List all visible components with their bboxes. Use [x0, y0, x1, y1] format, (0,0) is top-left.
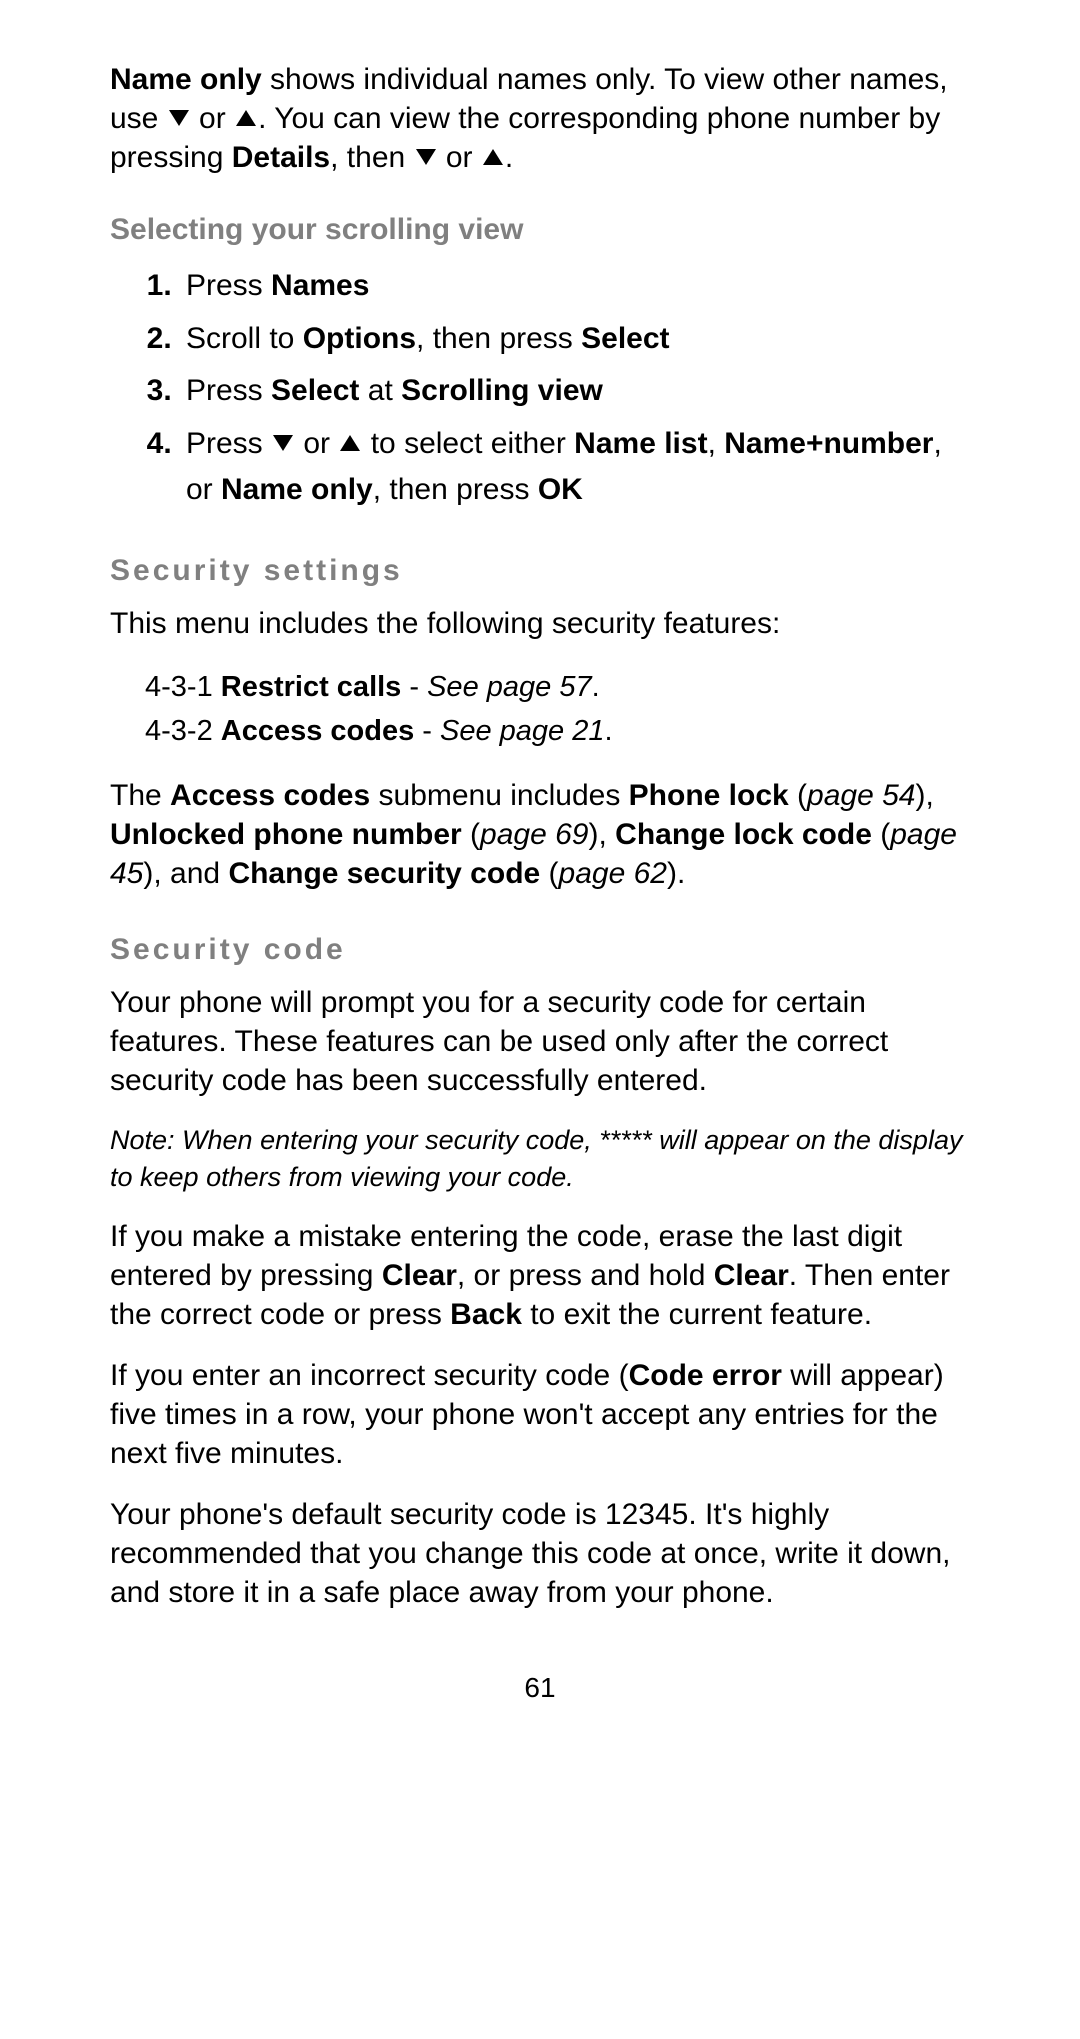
heading-scrolling-view: Selecting your scrolling view	[110, 213, 970, 247]
arrow-up-icon	[236, 110, 256, 126]
arrow-down-icon	[273, 435, 293, 451]
security-code-note: Note: When entering your security code, …	[110, 1122, 970, 1195]
code-error-paragraph: If you enter an incorrect security code …	[110, 1356, 970, 1473]
step-2: Scroll to Options, then press Select	[180, 316, 970, 363]
menu-item-access-codes: 4-3-2 Access codes - See page 21.	[145, 709, 970, 754]
bold-details: Details	[232, 141, 330, 174]
intro-paragraph: Name only shows individual names only. T…	[110, 60, 970, 177]
manual-page: Name only shows individual names only. T…	[0, 0, 1080, 1764]
heading-security-code: Security code	[110, 933, 970, 967]
menu-item-restrict-calls: 4-3-1 Restrict calls - See page 57.	[145, 665, 970, 710]
security-code-p1: Your phone will prompt you for a securit…	[110, 983, 970, 1100]
heading-security-settings: Security settings	[110, 554, 970, 588]
mistake-paragraph: If you make a mistake entering the code,…	[110, 1217, 970, 1334]
step-1: Press Names	[180, 263, 970, 310]
menu-items-block: 4-3-1 Restrict calls - See page 57. 4-3-…	[145, 665, 970, 755]
security-settings-intro: This menu includes the following securit…	[110, 604, 970, 643]
arrow-up-icon	[483, 149, 503, 165]
arrow-up-icon	[340, 435, 360, 451]
page-number: 61	[110, 1672, 970, 1704]
arrow-down-icon	[416, 149, 436, 165]
step-3: Press Select at Scrolling view	[180, 368, 970, 415]
default-code-paragraph: Your phone's default security code is 12…	[110, 1495, 970, 1612]
steps-list: Press Names Scroll to Options, then pres…	[110, 263, 970, 514]
bold-name-only: Name only	[110, 63, 262, 96]
access-codes-paragraph: The Access codes submenu includes Phone …	[110, 776, 970, 893]
arrow-down-icon	[169, 110, 189, 126]
step-4: Press or to select either Name list, Nam…	[180, 421, 970, 514]
